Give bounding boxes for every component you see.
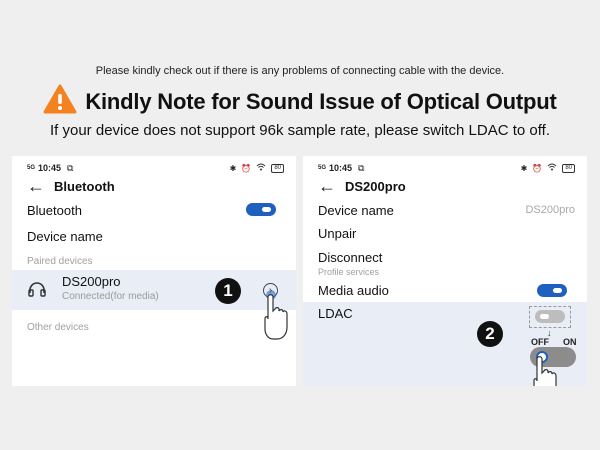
wifi-icon	[256, 163, 266, 173]
cast-icon: ⧉	[358, 162, 365, 173]
disconnect-label: Disconnect	[318, 249, 383, 265]
device-details-screen: 5G 10:45 ⧉ ✱ ⏰ 80 ← DS200pro Device name…	[303, 156, 587, 386]
headphones-icon	[28, 281, 46, 302]
cast-icon: ⧉	[67, 162, 74, 173]
ldac-label: LDAC	[318, 305, 353, 321]
title-row: Kindly Note for Sound Issue of Optical O…	[0, 84, 600, 119]
on-label: ON	[563, 337, 577, 347]
ldac-toggle[interactable]	[535, 310, 565, 323]
tap-hand-icon	[531, 353, 559, 386]
status-time: 10:45	[329, 163, 353, 173]
back-arrow-icon[interactable]: ←	[318, 177, 336, 195]
bluetooth-toggle[interactable]	[246, 203, 276, 216]
alarm-icon: ⏰	[241, 163, 252, 173]
screen-header: ← DS200pro	[318, 176, 406, 196]
screen-title: DS200pro	[345, 178, 406, 194]
device-name-value: DS200pro	[525, 204, 575, 216]
unpair-label: Unpair	[318, 225, 357, 241]
alarm-icon: ⏰	[532, 163, 543, 173]
bluetooth-label: Bluetooth	[27, 202, 82, 218]
signal-indicator: 5G	[27, 165, 36, 171]
device-name-label: Device name	[318, 202, 394, 218]
status-bar: 5G 10:45 ⧉ ✱ ⏰ 80	[27, 162, 284, 174]
screen-header: ← Bluetooth	[27, 176, 115, 196]
back-arrow-icon[interactable]: ←	[27, 177, 45, 195]
paired-device-name: DS200pro	[62, 274, 121, 289]
paired-device-status: Connected(for media)	[62, 291, 159, 302]
paired-devices-section: Paired devices	[12, 254, 296, 268]
unpair-row[interactable]: Unpair	[303, 224, 587, 242]
status-bar: 5G 10:45 ⧉ ✱ ⏰ 80	[318, 162, 575, 174]
profile-services-heading: Profile services	[318, 267, 380, 277]
warning-triangle-icon	[43, 84, 77, 119]
device-name-row[interactable]: Device name DS200pro	[303, 201, 587, 219]
wifi-icon	[547, 163, 557, 173]
off-label: OFF	[531, 337, 549, 347]
tap-hand-icon	[262, 289, 290, 346]
bluetooth-settings-screen: 5G 10:45 ⧉ ✱ ⏰ 80 ← Bluetooth Bluetooth …	[12, 156, 296, 386]
other-devices-section: Other devices	[12, 320, 296, 334]
bluetooth-icon: ✱	[520, 163, 528, 173]
page-subtitle: If your device does not support 96k samp…	[50, 122, 550, 139]
device-name-row[interactable]: Device name	[12, 227, 296, 245]
media-audio-label: Media audio	[318, 282, 389, 298]
paired-devices-heading: Paired devices	[27, 255, 93, 267]
paired-device-info: DS200pro Connected(for media)	[62, 274, 159, 302]
other-devices-heading: Other devices	[27, 321, 89, 333]
battery-icon: 80	[562, 163, 575, 173]
screen-title: Bluetooth	[54, 178, 115, 194]
status-time: 10:45	[38, 163, 62, 173]
device-name-label: Device name	[27, 228, 103, 244]
bluetooth-icon: ✱	[229, 163, 237, 173]
step-badge-2: 2	[477, 321, 503, 347]
media-audio-toggle[interactable]	[537, 284, 567, 297]
signal-indicator: 5G	[318, 165, 327, 171]
intro-text: Please kindly check out if there is any …	[95, 65, 505, 77]
page-title: Kindly Note for Sound Issue of Optical O…	[85, 88, 557, 114]
step-badge-1: 1	[215, 278, 241, 304]
profile-services-section: Profile services	[303, 266, 587, 278]
battery-icon: 80	[271, 163, 284, 173]
disconnect-row[interactable]: Disconnect	[303, 248, 587, 266]
